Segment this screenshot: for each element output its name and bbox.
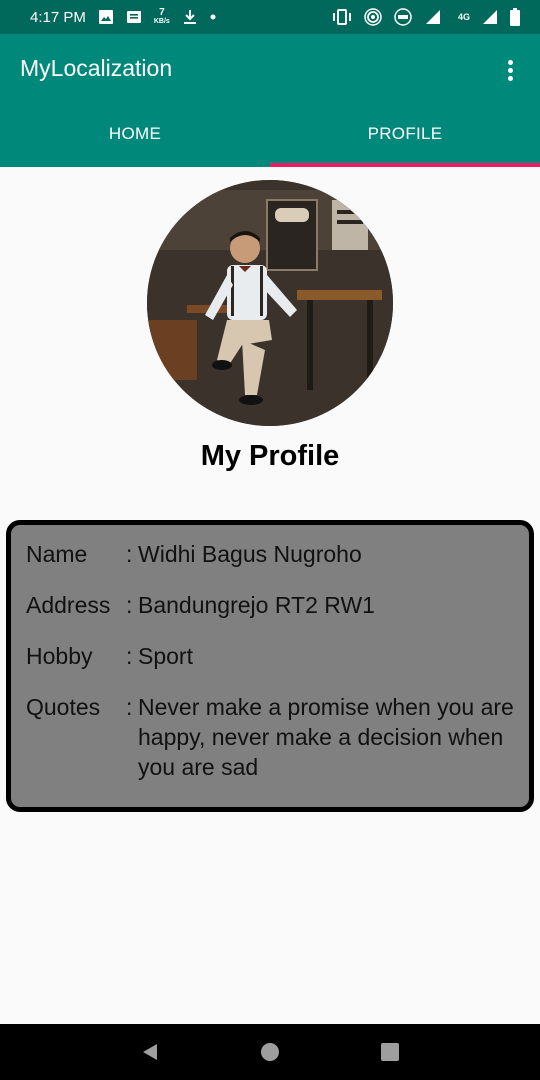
recents-icon[interactable]	[375, 1037, 405, 1067]
name-separator: :	[126, 541, 133, 567]
hobby-value: Sport	[138, 643, 193, 669]
network-speed: 7 KB/s	[154, 8, 170, 26]
volte-icon	[394, 8, 412, 26]
info-row-hobby: Hobby : Sport	[26, 641, 523, 671]
quotes-value: Never make a promise when you are happy,…	[138, 694, 514, 780]
address-separator: :	[126, 592, 133, 618]
overflow-menu-icon[interactable]	[498, 56, 522, 84]
message-icon	[126, 9, 142, 25]
speed-unit: KB/s	[153, 18, 170, 25]
hotspot-icon	[364, 8, 382, 26]
avatar-photo	[147, 180, 393, 426]
vibrate-icon	[332, 9, 352, 25]
signal-icon	[424, 9, 446, 25]
image-icon	[98, 9, 114, 25]
app-bar: MyLocalization HOME PROFILE	[0, 34, 540, 167]
tab-home[interactable]: HOME	[0, 100, 270, 167]
signal-icon-2	[482, 9, 498, 25]
name-label: Name	[26, 541, 88, 567]
network-type: 4G	[457, 12, 470, 22]
dot-icon	[210, 14, 216, 20]
status-bar: 4:17 PM 7 KB/s 4G	[0, 0, 540, 34]
address-label: Address	[26, 592, 111, 618]
screen: 4:17 PM 7 KB/s 4G MyLocalization HOME PR…	[0, 0, 540, 1080]
quotes-label: Quotes	[26, 694, 101, 720]
status-time: 4:17 PM	[30, 8, 86, 26]
name-value: Widhi Bagus Nugroho	[138, 541, 362, 567]
download-icon	[182, 9, 198, 25]
battery-icon	[510, 8, 520, 26]
tab-indicator	[270, 163, 540, 167]
tab-profile[interactable]: PROFILE	[270, 100, 540, 167]
address-value: Bandungrejo RT2 RW1	[138, 592, 375, 618]
status-left: 4:17 PM 7 KB/s	[30, 8, 216, 26]
status-right: 4G	[332, 8, 520, 26]
info-row-address: Address : Bandungrejo RT2 RW1	[26, 590, 523, 620]
back-icon[interactable]	[135, 1037, 165, 1067]
tab-bar: HOME PROFILE	[0, 100, 540, 167]
quotes-separator: :	[126, 694, 133, 720]
profile-avatar	[147, 180, 393, 426]
home-icon[interactable]	[255, 1037, 285, 1067]
info-row-name: Name : Widhi Bagus Nugroho	[26, 539, 523, 569]
system-nav-bar	[0, 1024, 540, 1080]
app-title: MyLocalization	[20, 55, 173, 81]
hobby-separator: :	[126, 643, 133, 669]
speed-value: 7	[159, 7, 165, 18]
profile-heading: My Profile	[200, 440, 340, 472]
hobby-label: Hobby	[26, 643, 93, 669]
info-row-quotes: Quotes : Never make a promise when you a…	[26, 692, 523, 782]
profile-info-card: Name : Widhi Bagus Nugroho Address : Ban…	[6, 520, 534, 812]
